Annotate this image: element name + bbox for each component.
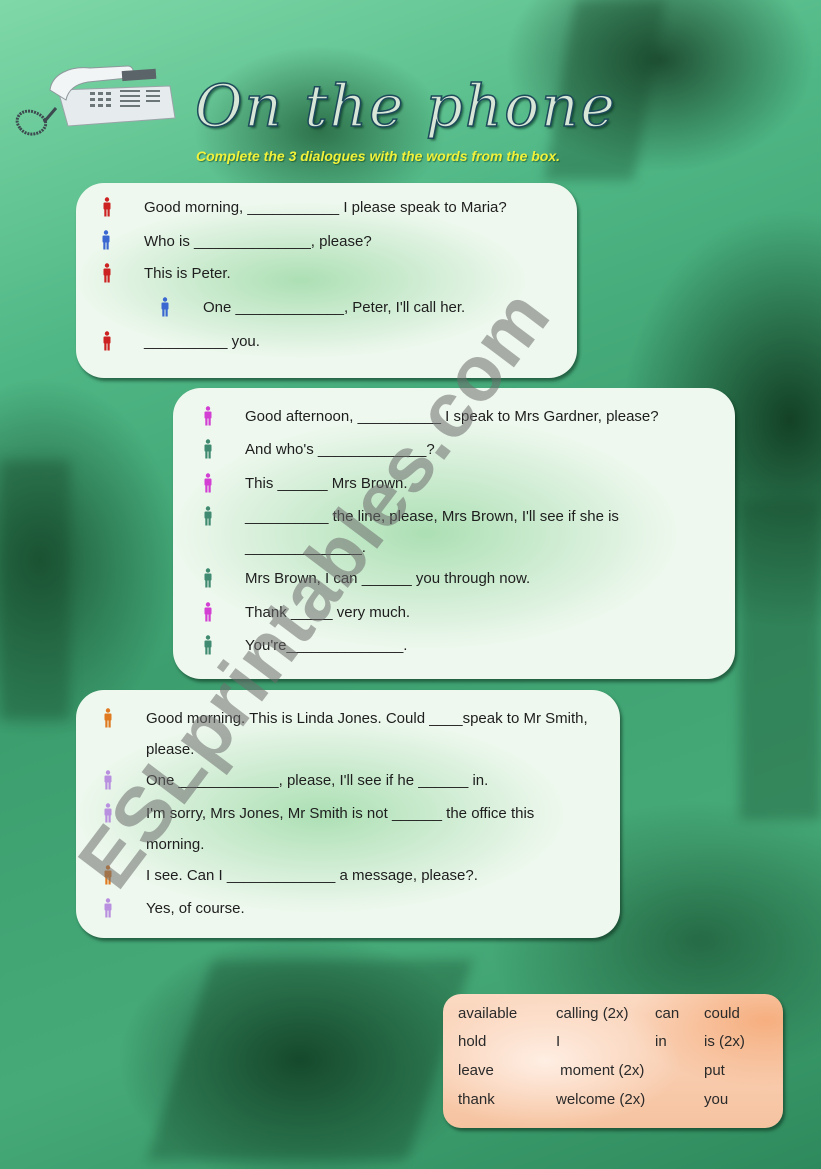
word: welcome (2x) <box>556 1091 646 1108</box>
dialogue-line-text: I'm sorry, Mrs Jones, Mr Smith is not __… <box>146 805 535 853</box>
person-red-icon <box>102 331 112 351</box>
background-key-shadow <box>147 960 473 1160</box>
person-magenta-icon <box>203 473 213 493</box>
dialogue-line-text: Good morning, ___________ I please speak… <box>144 199 507 216</box>
word: can <box>655 1005 680 1022</box>
dialogue-line-text: Thank _____ very much. <box>245 604 411 621</box>
dialogue-line-text: And who's _____________? <box>245 441 435 458</box>
person-teal-icon <box>203 439 213 459</box>
dialogue-line-text: Good afternoon, __________ I speak to Mr… <box>245 408 659 425</box>
dialogue-line-text: This is Peter. <box>144 265 231 282</box>
word: in <box>655 1033 667 1050</box>
background-key-shadow <box>0 460 70 720</box>
word: hold <box>458 1033 487 1050</box>
person-blue-icon <box>160 297 170 317</box>
background-key-shadow <box>740 500 821 820</box>
dialogue-line-text: __________ the line, please, Mrs Brown, … <box>245 508 619 556</box>
dialogue-line-text: I see. Can I _____________ a message, pl… <box>146 867 478 884</box>
instruction-text: Complete the 3 dialogues with the words … <box>196 148 561 164</box>
person-teal-icon <box>203 568 213 588</box>
dialogue-line-text: You're______________. <box>245 637 408 654</box>
dialogue-line: __________ the line, please, Mrs Brown, … <box>245 501 690 565</box>
dialogue-line-text: Mrs Brown, I can ______ you through now. <box>245 570 531 587</box>
telephone-icon <box>10 60 180 140</box>
dialogue-line: Good morning. This is Linda Jones. Could… <box>146 703 596 767</box>
person-lilac-icon <box>103 803 113 823</box>
dialogue-line-text: Good morning. This is Linda Jones. Could… <box>146 710 588 758</box>
dialogue-line-text: This ______ Mrs Brown. <box>245 475 408 492</box>
word: thank <box>458 1091 495 1108</box>
person-blue-icon <box>101 230 111 250</box>
dialogue-line-text: One _____________, Peter, I'll call her. <box>203 299 466 316</box>
page-title: On the phone <box>194 71 617 141</box>
word: moment (2x) <box>556 1062 645 1079</box>
dialogue-line-text: Who is ______________, please? <box>144 233 372 250</box>
person-lilac-icon <box>103 770 113 790</box>
person-red-icon <box>102 197 112 217</box>
dialogue-line-text: One ____________, please, I'll see if he… <box>146 772 489 789</box>
person-magenta-icon <box>203 602 213 622</box>
word: calling (2x) <box>556 1005 629 1022</box>
dialogue-line-text: Yes, of course. <box>146 900 245 917</box>
word-box: available calling (2x) can could hold I … <box>443 994 783 1128</box>
word: could <box>704 1005 740 1022</box>
person-magenta-icon <box>203 406 213 426</box>
dialogue-line-text: __________ you. <box>144 333 260 350</box>
word: you <box>704 1091 729 1108</box>
person-lilac-icon <box>103 898 113 918</box>
person-orange-icon <box>103 865 113 885</box>
person-teal-icon <box>203 506 213 526</box>
word: I <box>556 1033 561 1050</box>
word: available <box>458 1005 518 1022</box>
person-orange-icon <box>103 708 113 728</box>
person-red-icon <box>102 263 112 283</box>
dialogue-line: I'm sorry, Mrs Jones, Mr Smith is not __… <box>146 798 591 862</box>
word: put <box>704 1062 725 1079</box>
person-teal-icon <box>203 635 213 655</box>
word: leave <box>458 1062 494 1079</box>
word: is (2x) <box>704 1033 745 1050</box>
